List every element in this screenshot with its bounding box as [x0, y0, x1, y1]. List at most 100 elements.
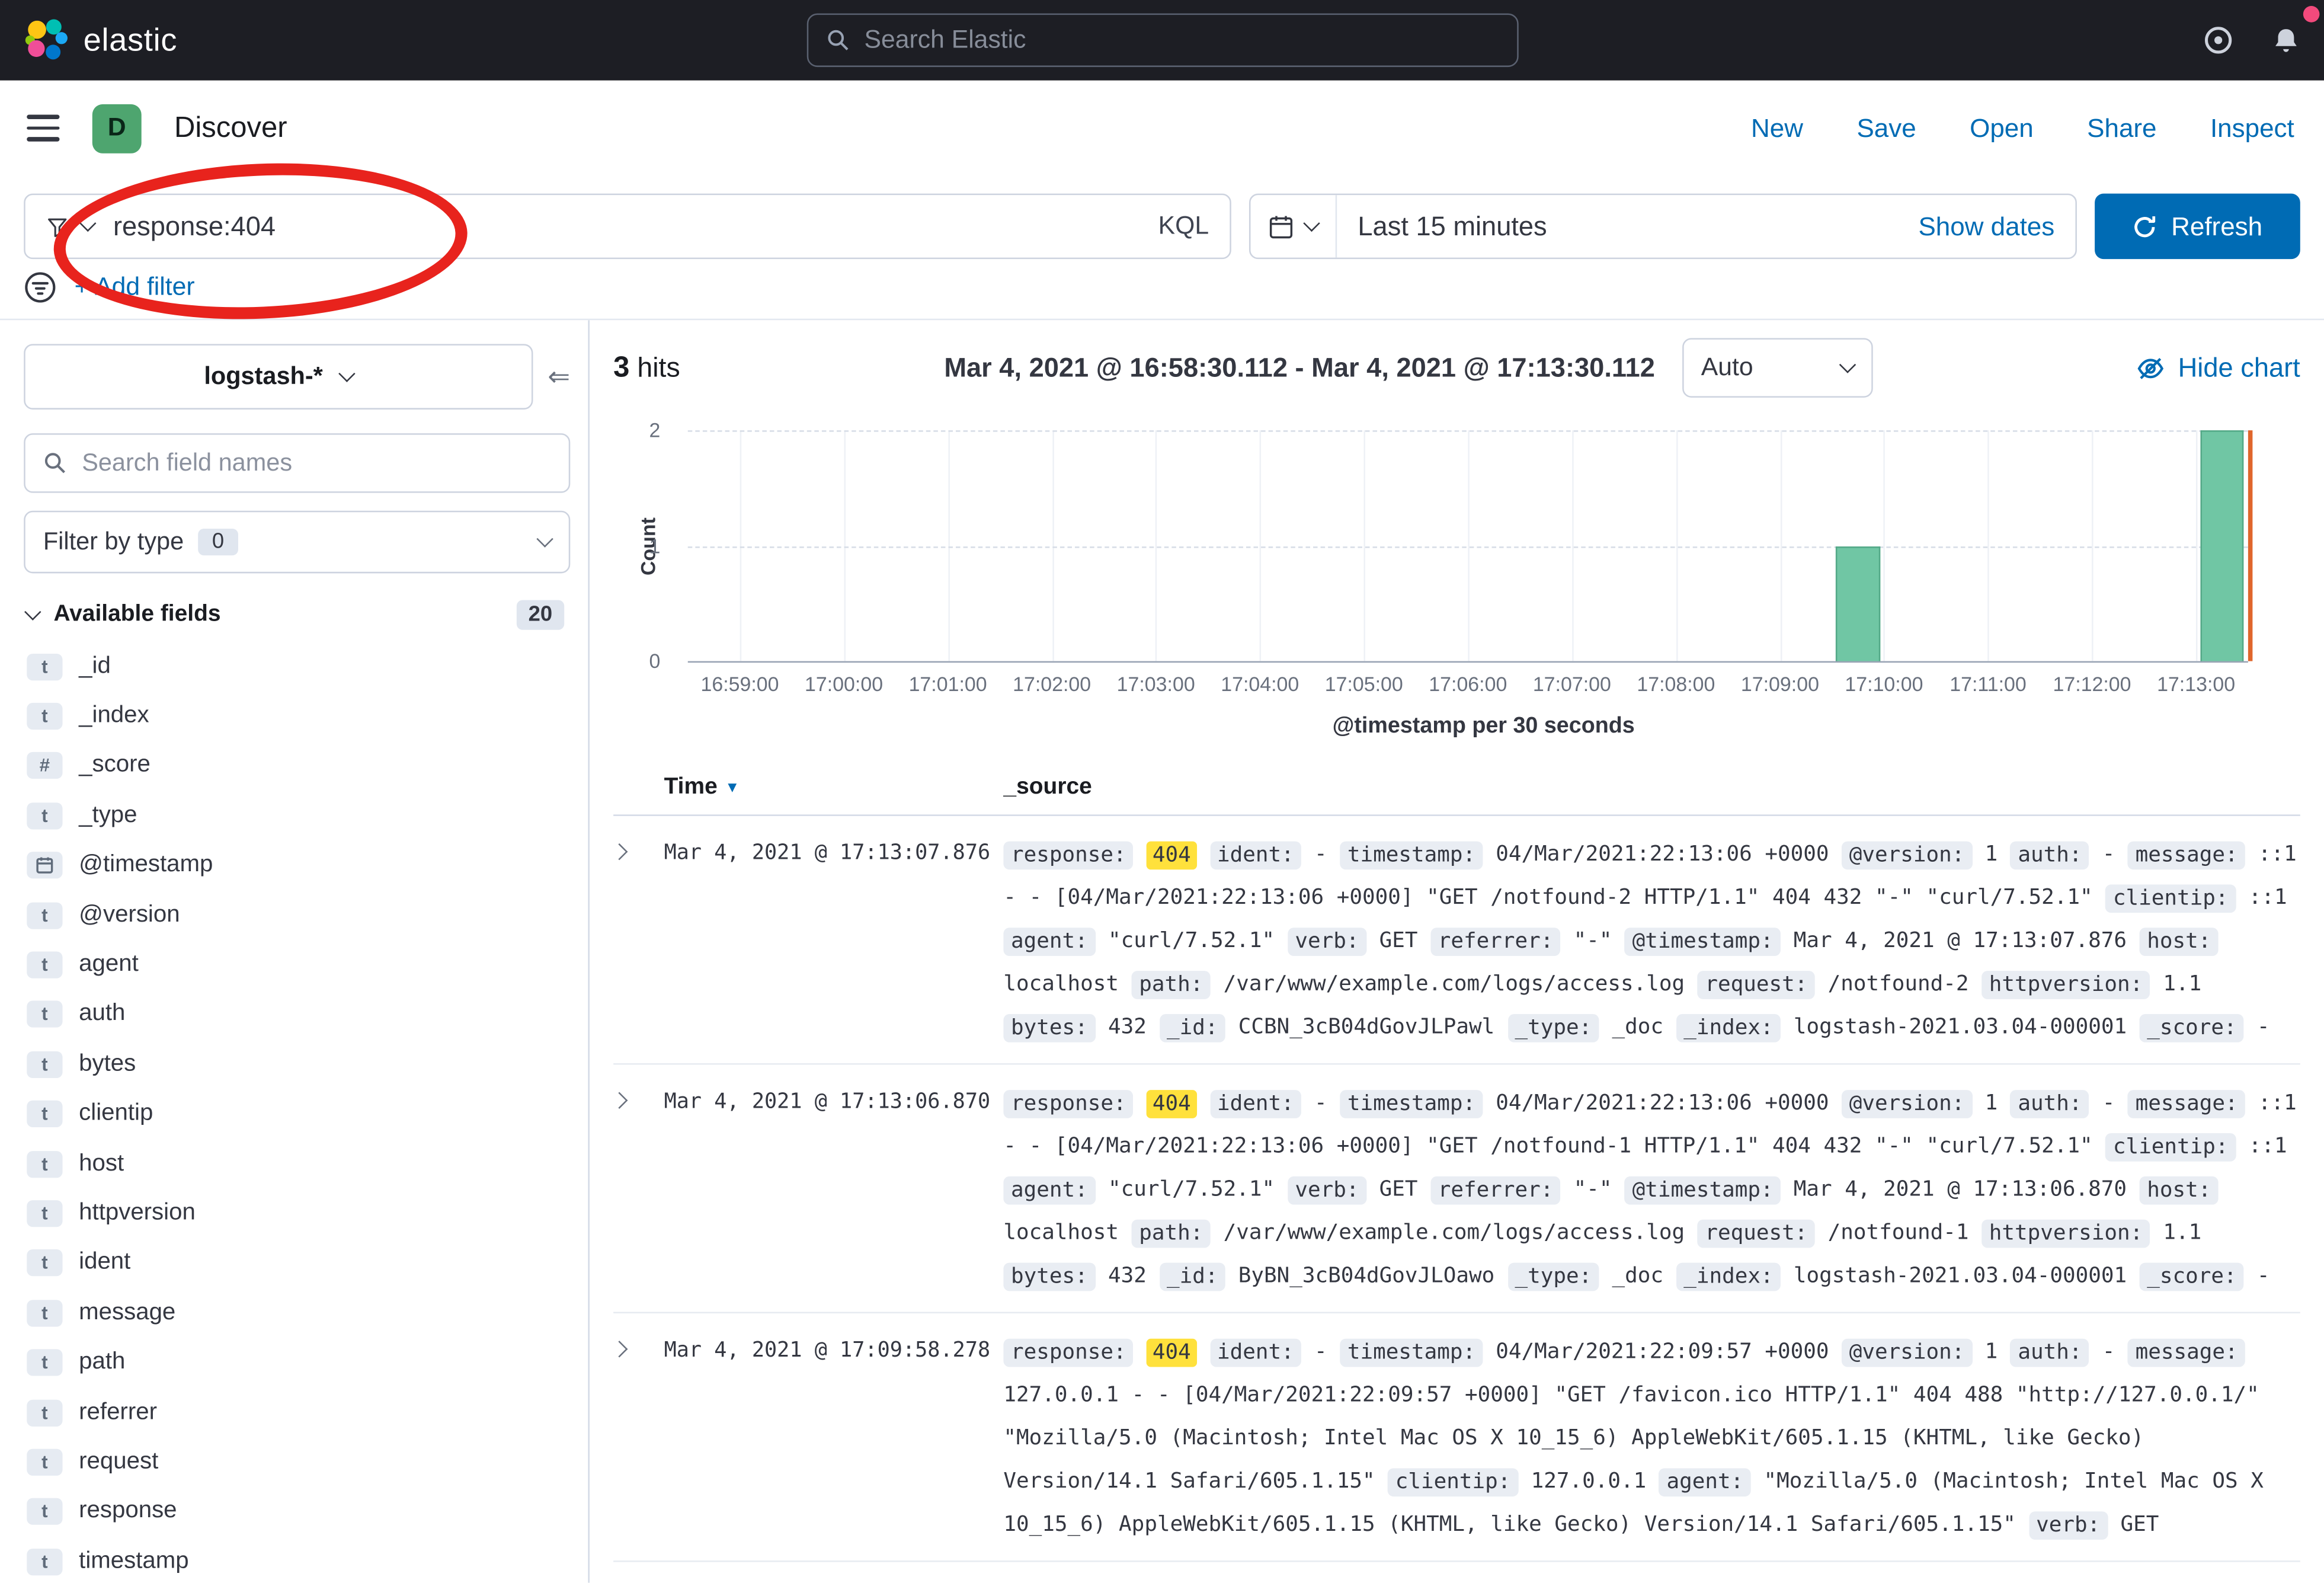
x-axis-labels: 16:59:0017:00:0017:01:0017:02:0017:03:00…	[688, 663, 2248, 695]
action-new[interactable]: New	[1751, 113, 1803, 144]
action-share[interactable]: Share	[2087, 113, 2156, 144]
field-item-agent[interactable]: tagent	[24, 940, 570, 990]
available-fields-header[interactable]: Available fields 20	[24, 600, 570, 630]
field-name: message	[79, 1300, 175, 1326]
field-key: referrer:	[1430, 927, 1561, 955]
highlighted-value: 404	[1147, 1338, 1197, 1366]
field-value: 04/Mar/2021:22:09:57 +0000	[1496, 1340, 1829, 1364]
action-open[interactable]: Open	[1970, 113, 2034, 144]
field-item-path[interactable]: tpath	[24, 1338, 570, 1387]
x-tick-label: 16:59:00	[700, 673, 779, 696]
elastic-logo[interactable]: elastic	[24, 18, 177, 62]
field-item-request[interactable]: trequest	[24, 1437, 570, 1487]
expand-row-button[interactable]	[613, 1331, 664, 1355]
field-key: auth:	[2011, 840, 2089, 869]
query-language-button[interactable]: KQL	[1158, 212, 1209, 241]
interval-select[interactable]: Auto	[1682, 338, 1872, 398]
filter-icon[interactable]	[24, 271, 56, 303]
x-tick-label: 17:00:00	[805, 673, 883, 696]
field-key: message:	[2128, 840, 2245, 869]
field-item-response[interactable]: tresponse	[24, 1487, 570, 1537]
chevron-down-icon	[1303, 215, 1320, 232]
field-value: logstash-2021.03.04-000001	[1794, 1264, 2127, 1288]
alerts-bell-icon[interactable]	[2272, 26, 2300, 55]
space-avatar[interactable]: D	[92, 104, 142, 153]
expand-row-button[interactable]	[613, 834, 664, 858]
text-type-icon: t	[27, 1051, 62, 1077]
doc-source: response: 404 ident: - timestamp: 04/Mar…	[1003, 1083, 2300, 1299]
field-key: httpversion:	[1982, 970, 2150, 999]
field-value: 04/Mar/2021:22:13:06 +0000	[1496, 843, 1829, 866]
text-type-icon: t	[27, 1449, 62, 1476]
field-key: _index:	[1676, 1013, 1781, 1042]
field-value: "-"	[1574, 1178, 1612, 1201]
menu-hamburger-icon[interactable]	[27, 115, 59, 142]
field-value: /notfound-2	[1828, 973, 1969, 996]
field-item-host[interactable]: thost	[24, 1139, 570, 1189]
field-value: 1	[1985, 1092, 1998, 1115]
notification-dot	[2303, 6, 2320, 23]
query-text[interactable]: response:404	[113, 211, 276, 242]
histogram-bar[interactable]	[2200, 430, 2245, 661]
filter-by-type-select[interactable]: Filter by type 0	[24, 511, 570, 574]
field-key: request:	[1698, 970, 1815, 999]
field-search-input[interactable]: Search field names	[24, 433, 570, 493]
field-item-at-timestamp[interactable]: @timestamp	[24, 840, 570, 890]
field-item-_type[interactable]: t_type	[24, 791, 570, 841]
field-key: @timestamp:	[1625, 1176, 1781, 1204]
field-item-bytes[interactable]: tbytes	[24, 1040, 570, 1089]
date-picker-quick-menu[interactable]	[1251, 195, 1337, 258]
doc-timestamp: Mar 4, 2021 @ 17:13:06.870	[664, 1083, 1004, 1114]
text-type-icon: t	[27, 1300, 62, 1326]
chart-plot: Count 012	[688, 430, 2248, 663]
doc-source: response: 404 ident: - timestamp: 04/Mar…	[1003, 1331, 2300, 1547]
field-key: request:	[1698, 1219, 1815, 1247]
discover-main: 3 hits Mar 4, 2021 @ 16:58:30.112 - Mar …	[590, 320, 2324, 1583]
field-item-referrer[interactable]: treferrer	[24, 1387, 570, 1437]
index-pattern-select[interactable]: logstash-*	[24, 344, 533, 410]
available-fields-count: 20	[516, 600, 564, 630]
global-search-input[interactable]: Search Elastic	[806, 14, 1518, 67]
field-value: logstash-2021.03.04-000001	[1794, 1016, 2127, 1040]
query-input[interactable]: response:404 KQL	[24, 194, 1231, 260]
saved-query-icon[interactable]	[46, 215, 69, 238]
field-item-clientip[interactable]: tclientip	[24, 1089, 570, 1139]
field-value: "curl/7.52.1"	[1108, 1178, 1275, 1201]
collapse-sidebar-icon[interactable]: ⇐	[548, 361, 570, 392]
expand-row-button[interactable]	[613, 1083, 664, 1106]
field-item-timestamp[interactable]: ttimestamp	[24, 1537, 570, 1583]
field-item-_index[interactable]: t_index	[24, 692, 570, 741]
field-item-ident[interactable]: tident	[24, 1239, 570, 1288]
field-item-httpversion[interactable]: thttpversion	[24, 1189, 570, 1239]
hide-chart-button[interactable]: Hide chart	[2136, 352, 2300, 383]
field-key: timestamp:	[1340, 1338, 1483, 1366]
field-search-placeholder: Search field names	[82, 449, 292, 478]
show-dates-button[interactable]: Show dates	[1918, 211, 2075, 242]
add-filter-button[interactable]: + Add filter	[75, 273, 195, 302]
field-item-auth[interactable]: tauth	[24, 990, 570, 1040]
text-type-icon: t	[27, 1001, 62, 1028]
text-type-icon: t	[27, 952, 62, 978]
field-item-_score[interactable]: #_score	[24, 741, 570, 791]
field-item-message[interactable]: t message	[24, 1288, 570, 1338]
field-item-_id[interactable]: t_id	[24, 642, 570, 692]
field-key: ident:	[1209, 840, 1301, 869]
field-item-at-version[interactable]: t@version	[24, 890, 570, 940]
help-icon[interactable]	[2204, 25, 2233, 55]
field-value: localhost	[1003, 973, 1119, 996]
field-key: path:	[1132, 970, 1211, 999]
filter-count-badge: 0	[199, 529, 238, 555]
available-fields-label: Available fields	[53, 602, 220, 628]
action-inspect[interactable]: Inspect	[2210, 113, 2294, 144]
page-title: Discover	[174, 111, 287, 145]
refresh-button[interactable]: Refresh	[2095, 194, 2300, 260]
histogram-bar[interactable]	[1836, 546, 1880, 661]
column-time[interactable]: Time ▼	[664, 775, 1004, 801]
field-key: httpversion:	[1982, 1219, 2150, 1247]
action-save[interactable]: Save	[1856, 113, 1916, 144]
refresh-icon	[2133, 214, 2158, 239]
gridline	[688, 430, 2248, 432]
chart-time-range: Mar 4, 2021 @ 16:58:30.112 - Mar 4, 2021…	[944, 352, 1655, 383]
time-range-value[interactable]: Last 15 minutes	[1358, 211, 1547, 242]
chevron-down-icon[interactable]	[79, 215, 96, 232]
